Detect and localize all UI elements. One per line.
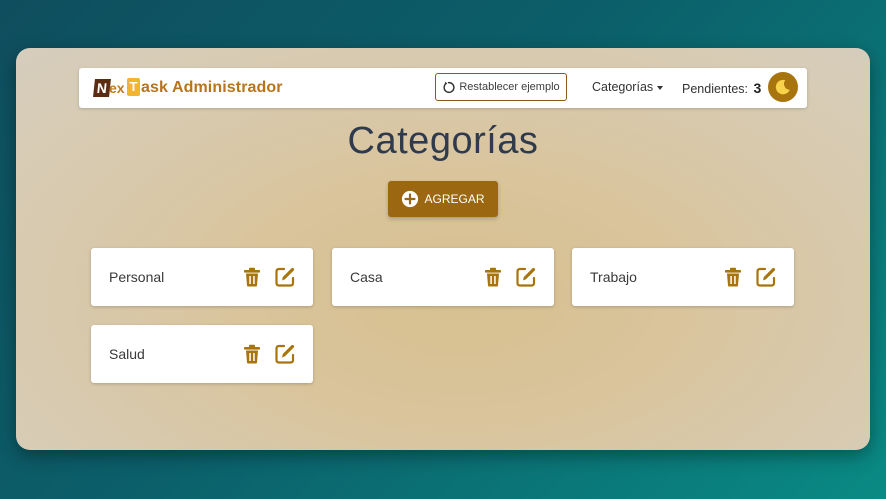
page-title: Categorías	[347, 120, 539, 162]
category-name: Personal	[109, 269, 165, 285]
navbar: N ex T ask Administrador Restablecer eje…	[79, 68, 807, 108]
nextask-logo: N ex T	[93, 77, 140, 99]
categories-dropdown-label: Categorías	[592, 80, 654, 94]
trash-icon[interactable]	[243, 267, 261, 287]
edit-icon[interactable]	[515, 266, 537, 288]
edit-icon[interactable]	[274, 343, 296, 365]
category-card: Personal	[91, 248, 313, 306]
theme-toggle-button[interactable]	[768, 72, 798, 102]
reset-icon	[443, 81, 455, 93]
reset-example-label: Restablecer ejemplo	[459, 81, 560, 93]
trash-icon[interactable]	[243, 344, 261, 364]
category-card: Salud	[91, 325, 313, 383]
logo-ex: ex	[109, 80, 125, 96]
logo-t: T	[127, 78, 140, 96]
brand[interactable]: N ex T ask Administrador	[93, 77, 283, 99]
add-category-button[interactable]: AGREGAR	[388, 181, 498, 217]
category-name: Salud	[109, 346, 145, 362]
pending-count: 3	[753, 80, 762, 96]
category-name: Casa	[350, 269, 383, 285]
edit-icon[interactable]	[274, 266, 296, 288]
category-card: Trabajo	[572, 248, 794, 306]
reset-example-button[interactable]: Restablecer ejemplo	[435, 73, 567, 101]
plus-circle-icon	[402, 190, 419, 208]
pending-counter[interactable]: Pendientes: 3	[682, 80, 761, 96]
categories-dropdown[interactable]: Categorías	[592, 80, 664, 94]
category-name: Trabajo	[590, 269, 637, 285]
trash-icon[interactable]	[484, 267, 502, 287]
caret-down-icon	[657, 85, 664, 90]
trash-icon[interactable]	[724, 267, 742, 287]
edit-icon[interactable]	[755, 266, 777, 288]
app-window: N ex T ask Administrador Restablecer eje…	[16, 48, 870, 450]
moon-icon	[775, 79, 790, 95]
brand-title: ask Administrador	[141, 79, 283, 96]
pending-label: Pendientes:	[682, 82, 749, 96]
category-card: Casa	[332, 248, 554, 306]
add-button-label: AGREGAR	[424, 192, 485, 206]
